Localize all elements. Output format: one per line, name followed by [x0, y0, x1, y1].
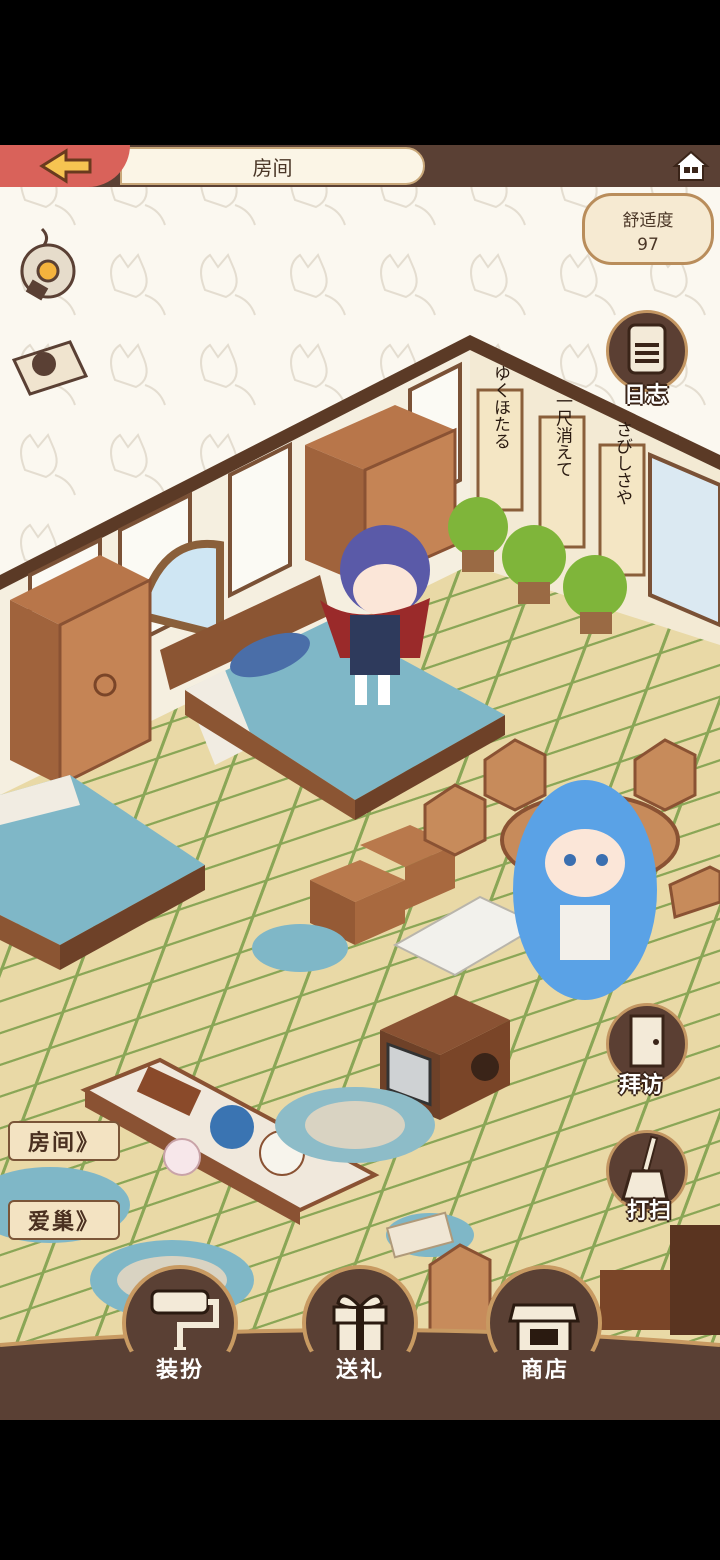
visit-label: 拜访	[619, 1073, 664, 1098]
shop-label: 商店	[486, 1350, 604, 1386]
nest-tab[interactable]: 爱巢》	[8, 1200, 120, 1240]
back-arrow-icon	[39, 148, 92, 184]
home-icon	[672, 150, 710, 181]
music-player-button[interactable]	[14, 225, 78, 305]
room-tab[interactable]: 房间》	[8, 1121, 120, 1161]
scroll-text: さびしさや	[612, 421, 632, 506]
page-title: 房间	[252, 155, 293, 180]
gift-label: 送礼	[301, 1350, 419, 1386]
game-room-screen: ゆくほたる 一尺消えて さびしさや 房间 舒适度 97 日志 拜访 打扫 房间》…	[0, 145, 720, 1420]
comfort-value: 97	[637, 235, 659, 255]
comfort-label: 舒适度	[622, 211, 674, 231]
gramophone-icon	[20, 227, 76, 301]
scroll-text: ゆくほたる	[490, 365, 510, 450]
character-blue	[513, 780, 657, 1000]
scroll-text: 一尺消えて	[552, 393, 573, 478]
clean-label: 打扫	[627, 1199, 672, 1224]
journal-label: 日志	[624, 383, 669, 408]
comfort-panel: 舒适度 97	[582, 193, 714, 265]
ticket-button[interactable]	[10, 330, 90, 400]
home-button[interactable]	[672, 149, 710, 183]
page-title-banner: 房间	[120, 147, 425, 185]
dress-label: 装扮	[121, 1350, 239, 1386]
ticket-icon	[11, 340, 89, 396]
